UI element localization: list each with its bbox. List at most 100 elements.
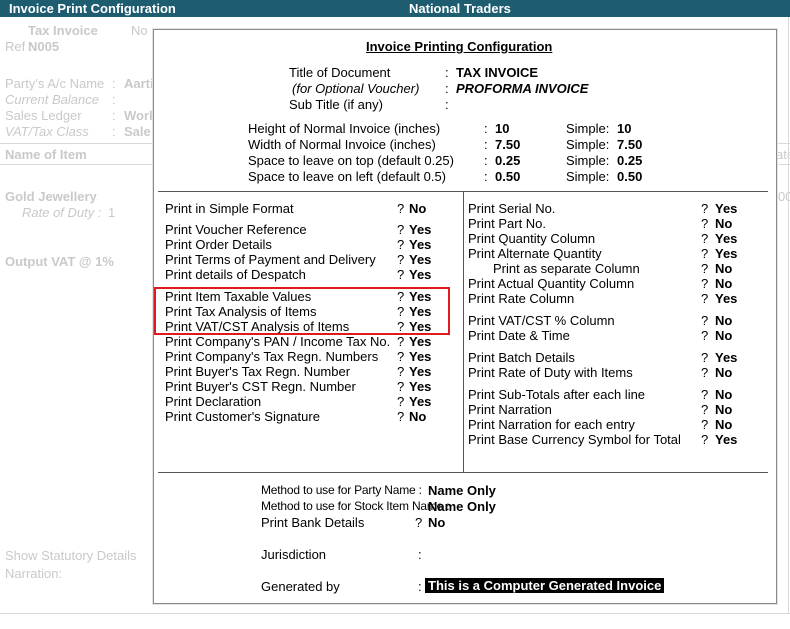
- bg-narration-label: Narration:: [5, 566, 63, 581]
- simple-value-field[interactable]: 10: [617, 121, 631, 136]
- title-of-document-field[interactable]: TAX INVOICE: [456, 65, 538, 80]
- option-label: Print Company's PAN / Income Tax No.: [165, 334, 391, 349]
- simple-label: Simple:: [566, 153, 610, 168]
- question-mark: ?: [701, 231, 709, 246]
- option-value-field[interactable]: No: [409, 409, 426, 424]
- question-mark: ?: [701, 417, 709, 432]
- option-value-field[interactable]: Yes: [409, 252, 431, 267]
- simple-label: Simple:: [566, 169, 610, 184]
- question-mark: ?: [397, 237, 405, 252]
- dimension-value-field[interactable]: 10: [495, 121, 509, 136]
- option-label: Print in Simple Format: [165, 201, 294, 216]
- colon: :: [445, 65, 449, 80]
- stock-method-label: Method to use for Stock Item Name :: [261, 499, 450, 513]
- colon: :: [418, 579, 422, 594]
- question-mark: ?: [397, 349, 405, 364]
- option-value-field[interactable]: Yes: [715, 246, 737, 261]
- dimension-label: Space to leave on top (default 0.25): [248, 153, 454, 168]
- option-value-field[interactable]: No: [715, 387, 732, 402]
- window-title: Invoice Print Configuration: [9, 1, 176, 16]
- dimension-value-field[interactable]: 0.25: [495, 153, 520, 168]
- option-label: Print Serial No.: [468, 201, 556, 216]
- party-method-label: Method to use for Party Name :: [261, 483, 422, 497]
- bg-border: [788, 17, 789, 613]
- question-mark: ?: [701, 201, 709, 216]
- party-method-field[interactable]: Name Only: [428, 483, 496, 498]
- option-value-field[interactable]: No: [715, 328, 732, 343]
- option-value-field[interactable]: Yes: [409, 349, 431, 364]
- question-mark: ?: [415, 515, 423, 530]
- column-divider: [463, 191, 464, 472]
- title-of-document-label: Title of Document: [289, 65, 391, 80]
- question-mark: ?: [701, 246, 709, 261]
- option-value-field[interactable]: Yes: [715, 201, 737, 216]
- bg-item-name: Gold Jewellery: [5, 189, 97, 204]
- generated-by-field[interactable]: This is a Computer Generated Invoice: [425, 578, 665, 593]
- bank-details-field[interactable]: No: [428, 515, 445, 530]
- option-value-field[interactable]: No: [715, 402, 732, 417]
- colon: :: [484, 137, 488, 152]
- option-label: Print Narration for each entry: [468, 417, 635, 432]
- jurisdiction-label: Jurisdiction: [261, 547, 327, 562]
- stock-method-field[interactable]: Name Only: [428, 499, 496, 514]
- dimension-value-field[interactable]: 0.50: [495, 169, 520, 184]
- option-label: Print Customer's Signature: [165, 409, 320, 424]
- option-value-field[interactable]: Yes: [409, 334, 431, 349]
- option-value-field[interactable]: Yes: [409, 267, 431, 282]
- question-mark: ?: [701, 328, 709, 343]
- option-label: Print Voucher Reference: [165, 222, 307, 237]
- option-value-field[interactable]: Yes: [715, 231, 737, 246]
- question-mark: ?: [397, 334, 405, 349]
- option-value-field[interactable]: Yes: [409, 222, 431, 237]
- option-label: Print Sub-Totals after each line: [468, 387, 646, 402]
- option-value-field[interactable]: No: [715, 365, 732, 380]
- option-value-field[interactable]: Yes: [409, 379, 431, 394]
- question-mark: ?: [701, 350, 709, 365]
- colon: :: [484, 153, 488, 168]
- subtitle-label: Sub Title (if any): [289, 97, 383, 112]
- title-bar: Invoice Print Configuration National Tra…: [0, 0, 790, 17]
- option-value-field[interactable]: Yes: [409, 364, 431, 379]
- option-label: Print Rate Column: [468, 291, 575, 306]
- option-label: Print Declaration: [165, 394, 262, 409]
- option-label: Print Batch Details: [468, 350, 575, 365]
- option-label: Print Narration: [468, 402, 552, 417]
- option-value-field[interactable]: Yes: [715, 291, 737, 306]
- bank-details-label: Print Bank Details: [261, 515, 365, 530]
- option-label: Print Base Currency Symbol for Total: [468, 432, 681, 447]
- question-mark: ?: [397, 201, 405, 216]
- question-mark: ?: [397, 409, 405, 424]
- optional-voucher-label: (for Optional Voucher): [292, 81, 420, 96]
- question-mark: ?: [701, 216, 709, 231]
- question-mark: ?: [701, 313, 709, 328]
- option-label: Print Date & Time: [468, 328, 570, 343]
- simple-value-field[interactable]: 0.50: [617, 169, 642, 184]
- option-value-field[interactable]: Yes: [409, 237, 431, 252]
- option-value-field[interactable]: No: [715, 313, 732, 328]
- optional-voucher-title-field[interactable]: PROFORMA INVOICE: [456, 81, 588, 96]
- option-value-field[interactable]: No: [715, 261, 732, 276]
- colon: :: [484, 169, 488, 184]
- bg-sales-ledger-label: Sales Ledger: [5, 108, 82, 123]
- option-value-field[interactable]: No: [715, 216, 732, 231]
- question-mark: ?: [701, 261, 709, 276]
- dimension-value-field[interactable]: 7.50: [495, 137, 520, 152]
- bg-output-vat: Output VAT @ 1%: [5, 254, 114, 269]
- colon: :: [445, 81, 449, 96]
- option-label: Print Company's Tax Regn. Numbers: [165, 349, 379, 364]
- bg-balance-label: Current Balance: [5, 92, 99, 107]
- option-value-field[interactable]: Yes: [715, 350, 737, 365]
- highlight-box: [154, 287, 450, 335]
- simple-value-field[interactable]: 7.50: [617, 137, 642, 152]
- dimension-label: Width of Normal Invoice (inches): [248, 137, 436, 152]
- option-value-field[interactable]: Yes: [409, 394, 431, 409]
- option-value-field[interactable]: No: [715, 417, 732, 432]
- option-value-field[interactable]: No: [409, 201, 426, 216]
- option-label: Print Buyer's CST Regn. Number: [165, 379, 356, 394]
- option-value-field[interactable]: No: [715, 276, 732, 291]
- dialog-title: Invoice Printing Configuration: [366, 39, 553, 54]
- option-value-field[interactable]: Yes: [715, 432, 737, 447]
- simple-value-field[interactable]: 0.25: [617, 153, 642, 168]
- question-mark: ?: [701, 432, 709, 447]
- question-mark: ?: [701, 402, 709, 417]
